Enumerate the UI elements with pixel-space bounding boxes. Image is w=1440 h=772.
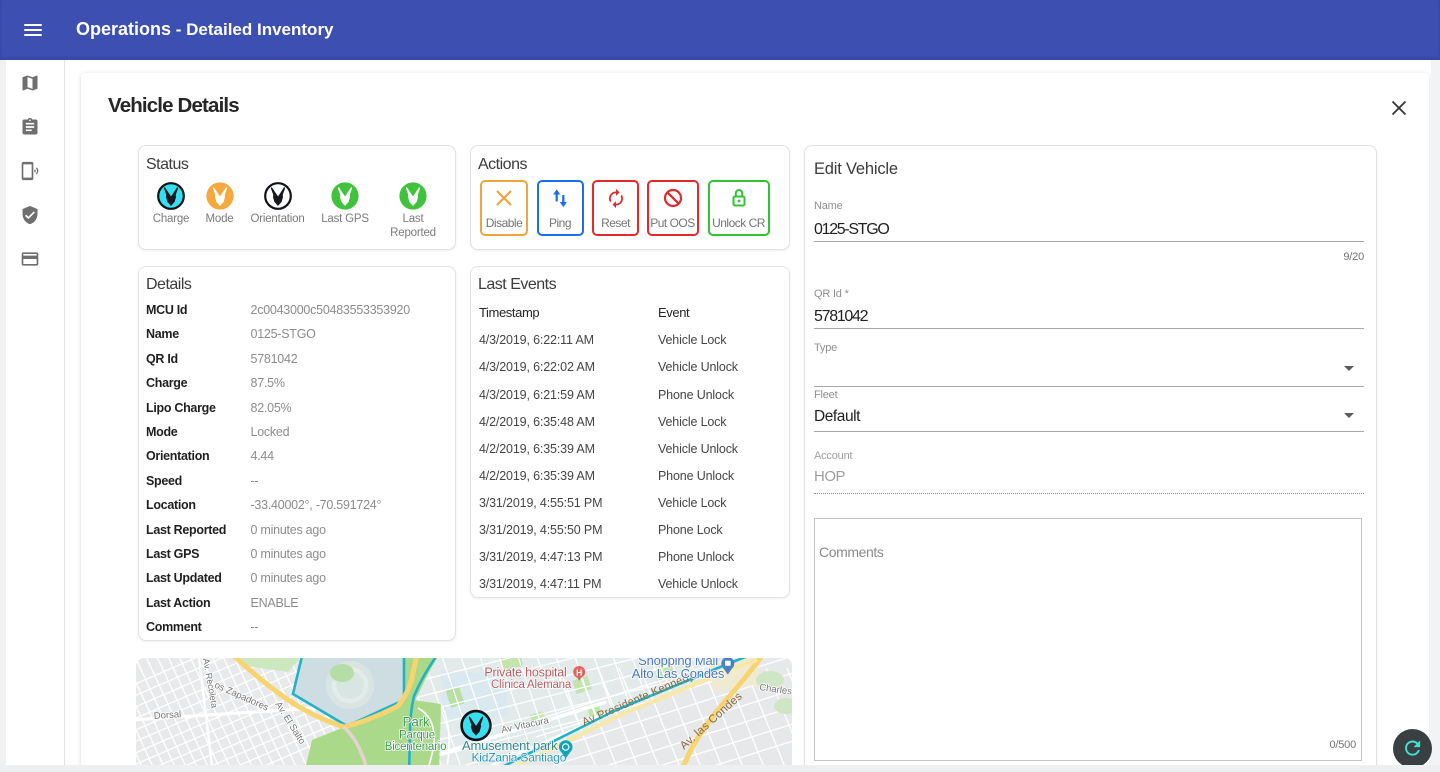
svg-text:H: H [576,667,582,677]
svg-text:Dorsal: Dorsal [153,709,181,722]
svg-text:KidZania Santiago: KidZania Santiago [472,751,567,765]
svg-text:Alto Las Condes: Alto Las Condes [632,666,725,681]
svg-text:Clínica Alemana: Clínica Alemana [491,679,572,691]
svg-text:Parque: Parque [399,730,435,742]
svg-text:Private hospital: Private hospital [484,666,566,680]
svg-text:Bicentenario: Bicentenario [385,741,447,753]
svg-text:Park: Park [403,715,430,730]
